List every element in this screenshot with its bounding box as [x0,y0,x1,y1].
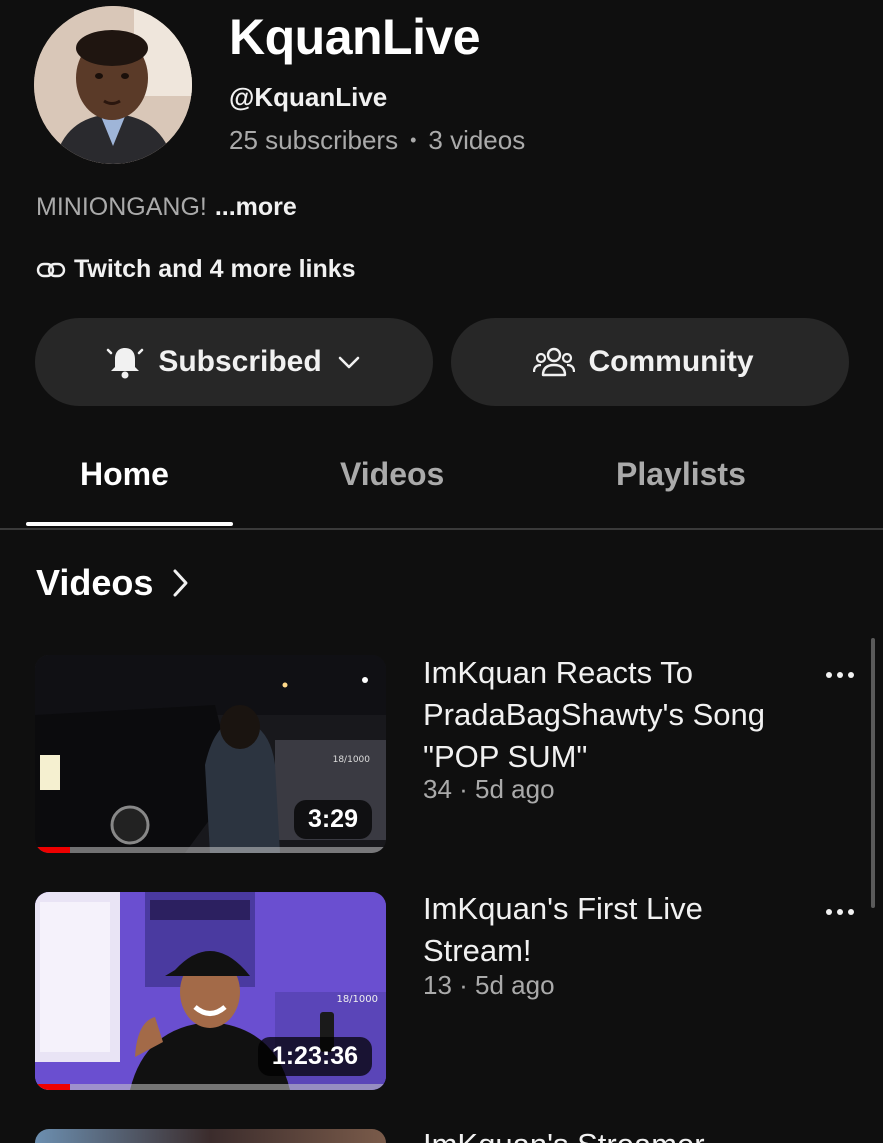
video-duration: 1:23:36 [257,1037,372,1076]
links-label: Twitch and 4 more links [74,255,356,283]
community-button[interactable]: Community [451,318,849,406]
description-text: MINIONGANG! [36,193,207,221]
watch-progress-fill [35,847,71,853]
videos-section-header[interactable]: Videos [36,562,191,604]
subscribed-label: Subscribed [158,345,322,378]
section-title: Videos [36,562,154,603]
video-meta: 34 · 5d ago [423,774,555,804]
channel-links[interactable]: Twitch and 4 more links [36,255,356,284]
active-tab-indicator [26,522,233,526]
subscriber-count: 25 subscribers [229,125,399,155]
video-title[interactable]: ImKquan's First Live Stream! [423,888,813,972]
stats-separator: • [410,130,417,150]
tab-home[interactable]: Home [80,456,169,493]
channel-avatar[interactable] [34,6,192,164]
overlay-counter: 18/1000 [336,994,378,1005]
more-link[interactable]: ...more [215,193,297,221]
chevron-right-icon [173,569,188,597]
subscribed-button[interactable]: Subscribed [35,318,433,406]
watch-progress-track [35,1084,386,1090]
video-title[interactable]: ImKquan Reacts To PradaBagShawty's Song … [423,652,813,778]
channel-stats: 25 subscribers • 3 videos [229,125,525,156]
scrollbar[interactable] [871,638,875,908]
video-meta: 13 · 5d ago [423,970,555,1000]
video-title[interactable]: ImKquan's Streamer [423,1124,813,1143]
watch-progress-fill [35,1084,71,1090]
channel-name: KquanLive [229,9,481,65]
chevron-down-icon [338,356,359,369]
video-thumbnail[interactable]: 18/1000 1:23:36 [35,892,386,1090]
community-label: Community [588,345,754,378]
channel-page: KquanLive @KquanLive 25 subscribers • 3 … [0,0,883,1143]
people-icon [532,347,575,377]
tab-playlists[interactable]: Playlists [616,456,746,493]
more-vertical-icon[interactable] [826,672,854,680]
watch-progress-track [35,847,386,853]
tab-videos[interactable]: Videos [340,456,444,493]
channel-description[interactable]: MINIONGANG! ...more [36,193,297,222]
video-count: 3 videos [428,125,526,155]
channel-tabs: Home Videos Playlists [0,440,883,530]
bell-icon [107,348,144,379]
video-thumbnail[interactable] [35,1129,386,1143]
video-thumbnail[interactable]: 18/1000 3:29 [35,655,386,853]
overlay-counter: 18/1000 [333,755,371,765]
avatar-image [34,6,192,164]
link-icon [36,262,66,277]
more-vertical-icon[interactable] [826,909,854,917]
video-duration: 3:29 [293,800,372,839]
channel-handle: @KquanLive [229,82,388,112]
